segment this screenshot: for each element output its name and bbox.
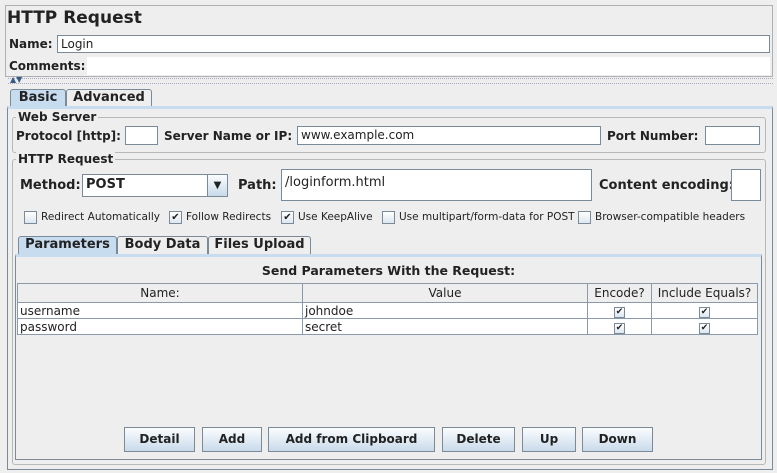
table-row[interactable]: username johndoe ✔ ✔ — [17, 302, 758, 319]
encode-cell[interactable]: ✔ — [587, 302, 652, 319]
splitter[interactable] — [8, 78, 773, 84]
multipart-checkbox[interactable] — [382, 211, 395, 224]
path-label: Path: — [238, 178, 277, 193]
web-server-legend: Web Server — [16, 110, 99, 124]
follow-redirects-label: Follow Redirects — [186, 211, 272, 223]
browser-compatible-label: Browser-compatible headers — [595, 211, 746, 223]
protocol-input[interactable] — [125, 126, 158, 145]
include-equals-cell[interactable]: ✔ — [651, 302, 758, 319]
add-button[interactable]: Add — [202, 427, 262, 452]
http-request-legend: HTTP Request — [16, 152, 116, 166]
param-value[interactable]: secret — [302, 318, 588, 335]
param-name[interactable]: username — [17, 302, 303, 319]
multipart-label: Use multipart/form-data for POST — [399, 211, 575, 223]
include-equals-checkbox[interactable]: ✔ — [699, 307, 710, 318]
use-keepalive-checkbox[interactable]: ✔ — [281, 211, 294, 224]
follow-redirects-checkbox[interactable]: ✔ — [169, 211, 182, 224]
use-keepalive-label: Use KeepAlive — [298, 211, 373, 223]
name-input[interactable]: Login — [57, 35, 770, 53]
params-title: Send Parameters With the Request: — [261, 263, 516, 278]
tab-body-data[interactable]: Body Data — [117, 236, 208, 255]
content-encoding-label: Content encoding: — [599, 178, 734, 193]
encode-checkbox[interactable]: ✔ — [614, 323, 625, 334]
down-button[interactable]: Down — [582, 427, 653, 452]
table-row[interactable]: password secret ✔ ✔ — [17, 318, 758, 335]
detail-button[interactable]: Detail — [124, 427, 195, 452]
name-label: Name: — [9, 37, 53, 51]
encode-checkbox[interactable]: ✔ — [614, 307, 625, 318]
path-input[interactable]: /loginform.html — [281, 169, 592, 201]
add-from-clipboard-button[interactable]: Add from Clipboard — [268, 427, 435, 452]
encode-cell[interactable]: ✔ — [587, 318, 652, 335]
page-title: HTTP Request — [7, 8, 142, 28]
param-value[interactable]: johndoe — [302, 302, 588, 319]
collapse-arrows-icon[interactable]: ▲▼ — [10, 75, 22, 84]
chevron-down-icon[interactable]: ▼ — [207, 174, 228, 197]
content-encoding-input[interactable] — [731, 169, 761, 201]
tab-basic[interactable]: Basic — [10, 89, 66, 107]
delete-button[interactable]: Delete — [442, 427, 515, 452]
param-name[interactable]: password — [17, 318, 303, 335]
params-table[interactable]: Name: Value Encode? Include Equals? usernam… — [17, 283, 758, 335]
method-label: Method: — [20, 178, 81, 193]
server-input[interactable]: www.example.com — [297, 126, 601, 145]
col-name[interactable]: Name: — [17, 283, 303, 303]
protocol-label: Protocol [http]: — [16, 129, 121, 143]
server-label: Server Name or IP: — [164, 129, 293, 143]
comments-input[interactable] — [87, 57, 770, 75]
col-value[interactable]: Value — [302, 283, 588, 303]
port-input[interactable] — [705, 126, 760, 145]
tab-advanced[interactable]: Advanced — [66, 89, 152, 107]
include-equals-checkbox[interactable]: ✔ — [699, 323, 710, 334]
port-label: Port Number: — [607, 129, 699, 143]
tab-files-upload[interactable]: Files Upload — [208, 236, 311, 255]
tab-parameters[interactable]: Parameters — [18, 236, 117, 255]
col-encode[interactable]: Encode? — [587, 283, 652, 303]
col-include-equals[interactable]: Include Equals? — [651, 283, 758, 303]
comments-label: Comments: — [9, 59, 86, 73]
up-button[interactable]: Up — [522, 427, 576, 452]
redirect-automatically-label: Redirect Automatically — [41, 211, 160, 223]
include-equals-cell[interactable]: ✔ — [651, 318, 758, 335]
browser-compatible-checkbox[interactable] — [578, 211, 591, 224]
redirect-automatically-checkbox[interactable] — [24, 211, 37, 224]
